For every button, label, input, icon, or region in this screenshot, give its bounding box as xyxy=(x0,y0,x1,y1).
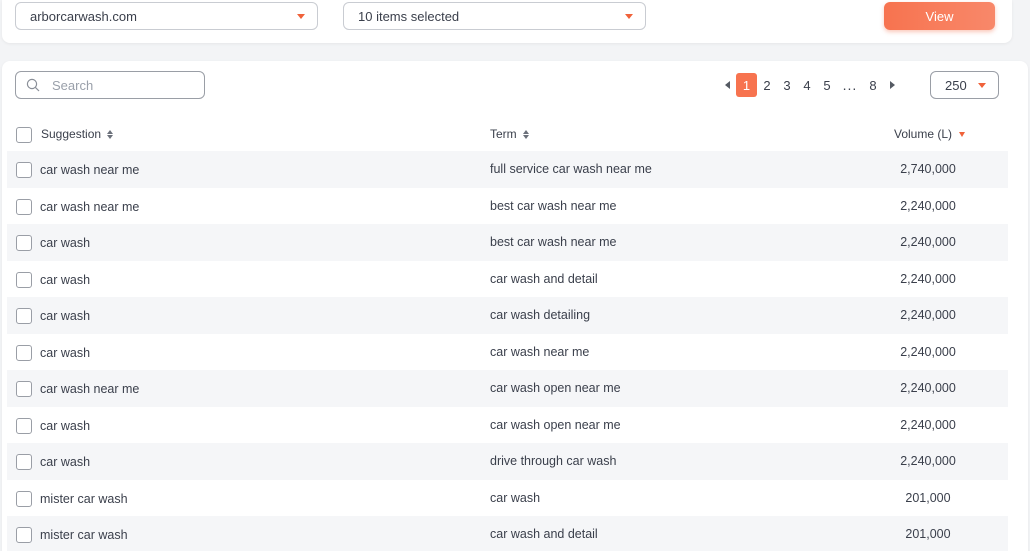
page-ellipsis: ... xyxy=(842,77,858,93)
volume-cell: 2,740,000 xyxy=(900,162,956,176)
page-3[interactable]: 3 xyxy=(777,73,797,97)
row-checkbox[interactable] xyxy=(16,381,32,397)
table-row: mister car wash car wash and detail 201,00… xyxy=(7,516,1008,551)
term-cell: car wash open near me xyxy=(490,417,621,432)
row-checkbox[interactable] xyxy=(16,490,32,507)
table-row: car wash car wash detailing 2,240,000 xyxy=(7,297,1008,334)
sort-icon xyxy=(107,129,114,139)
suggestion-cell: car wash xyxy=(40,272,91,287)
suggestion-cell: car wash xyxy=(40,455,91,469)
row-checkbox[interactable] xyxy=(16,198,32,215)
suggestion-cell: mister car wash xyxy=(40,491,128,506)
domain-select-value: arborcarwash.com xyxy=(30,8,137,24)
volume-cell: 201,000 xyxy=(905,490,951,505)
volume-cell: 2,240,000 xyxy=(900,417,956,432)
domain-select[interactable]: arborcarwash.com xyxy=(15,2,318,30)
volume-cell: 2,240,000 xyxy=(900,198,956,213)
volume-cell: 2,240,000 xyxy=(900,344,956,359)
chevron-down-icon xyxy=(625,14,633,19)
volume-cell: 2,240,000 xyxy=(900,381,956,395)
term-cell: car wash open near me xyxy=(490,381,621,395)
table-row: car wash car wash near me 2,240,000 xyxy=(7,334,1008,371)
page-2[interactable]: 2 xyxy=(757,73,777,97)
suggestion-cell: car wash xyxy=(40,236,91,250)
select-all-checkbox[interactable] xyxy=(16,127,32,143)
term-cell: car wash xyxy=(490,490,541,505)
row-checkbox[interactable] xyxy=(16,454,32,470)
suggestion-cell: mister car wash xyxy=(40,528,128,542)
volume-cell: 2,240,000 xyxy=(900,235,956,249)
table-row: car wash car wash open near me 2,240,000 xyxy=(7,407,1008,444)
results-panel: 1 2 3 4 5 ... 8 250 Suggestion Term Volu… xyxy=(2,61,1028,551)
row-checkbox[interactable] xyxy=(16,162,32,178)
volume-cell: 201,000 xyxy=(905,527,951,541)
term-cell: best car wash near me xyxy=(490,235,617,249)
per-page-value: 250 xyxy=(945,77,967,93)
suggestion-cell: car wash near me xyxy=(40,382,140,396)
chevron-right-icon xyxy=(889,81,895,89)
pagination: 1 2 3 4 5 ... 8 xyxy=(718,72,901,98)
view-button[interactable]: View xyxy=(884,2,995,30)
term-cell: full service car wash near me xyxy=(490,162,652,176)
sort-icon xyxy=(522,129,529,139)
table-row: car wash drive through car wash 2,240,000 xyxy=(7,443,1008,480)
search-box[interactable] xyxy=(15,71,205,99)
search-icon xyxy=(26,78,40,92)
suggestion-cell: car wash xyxy=(40,309,91,323)
column-suggestion-label: Suggestion xyxy=(41,127,102,141)
volume-cell: 2,240,000 xyxy=(900,308,956,322)
row-checkbox[interactable] xyxy=(16,308,32,324)
items-select-value: 10 items selected xyxy=(358,8,460,24)
term-cell: car wash and detail xyxy=(490,527,598,541)
row-checkbox[interactable] xyxy=(16,417,32,434)
table-row: car wash near me full service car wash ne… xyxy=(7,151,1008,188)
suggestion-cell: car wash near me xyxy=(40,199,140,214)
column-volume[interactable]: Volume (L) xyxy=(894,127,966,141)
column-term-label: Term xyxy=(490,127,517,141)
chevron-down-icon xyxy=(978,83,986,88)
row-checkbox[interactable] xyxy=(16,527,32,543)
table-row: mister car wash car wash 201,000 xyxy=(7,480,1008,517)
table-row: car wash near me car wash open near me 2,2… xyxy=(7,370,1008,407)
filter-bar: arborcarwash.com 10 items selected View xyxy=(2,0,1012,43)
table-header: Suggestion Term Volume (L) xyxy=(7,123,1008,149)
next-page-button[interactable] xyxy=(883,73,901,97)
suggestion-cell: car wash xyxy=(40,345,91,360)
column-term[interactable]: Term xyxy=(490,127,529,141)
row-checkbox[interactable] xyxy=(16,235,32,251)
column-suggestion[interactable]: Suggestion xyxy=(41,127,114,141)
term-cell: best car wash near me xyxy=(490,198,617,213)
page-1[interactable]: 1 xyxy=(736,73,757,97)
term-cell: car wash detailing xyxy=(490,308,591,322)
table-row: car wash near me best car wash near me 2,2… xyxy=(7,188,1008,225)
per-page-select[interactable]: 250 xyxy=(930,71,999,99)
row-checkbox[interactable] xyxy=(16,344,32,361)
suggestion-cell: car wash near me xyxy=(40,163,140,177)
prev-page-button[interactable] xyxy=(718,73,736,97)
page-5[interactable]: 5 xyxy=(817,73,837,97)
column-volume-label: Volume (L) xyxy=(894,127,953,141)
volume-cell: 2,240,000 xyxy=(900,271,956,286)
volume-cell: 2,240,000 xyxy=(900,454,956,468)
items-select[interactable]: 10 items selected xyxy=(343,2,646,30)
table-row: car wash car wash and detail 2,240,000 xyxy=(7,261,1008,298)
row-checkbox[interactable] xyxy=(16,271,32,288)
search-input[interactable] xyxy=(52,77,192,93)
term-cell: car wash near me xyxy=(490,344,590,359)
chevron-down-icon xyxy=(297,14,305,19)
table-row: car wash best car wash near me 2,240,000 xyxy=(7,224,1008,261)
page-4[interactable]: 4 xyxy=(797,73,817,97)
suggestion-cell: car wash xyxy=(40,418,91,433)
term-cell: drive through car wash xyxy=(490,454,617,468)
page-last[interactable]: 8 xyxy=(863,73,883,97)
sort-desc-icon xyxy=(959,131,966,137)
term-cell: car wash and detail xyxy=(490,271,598,286)
chevron-left-icon xyxy=(724,81,730,89)
